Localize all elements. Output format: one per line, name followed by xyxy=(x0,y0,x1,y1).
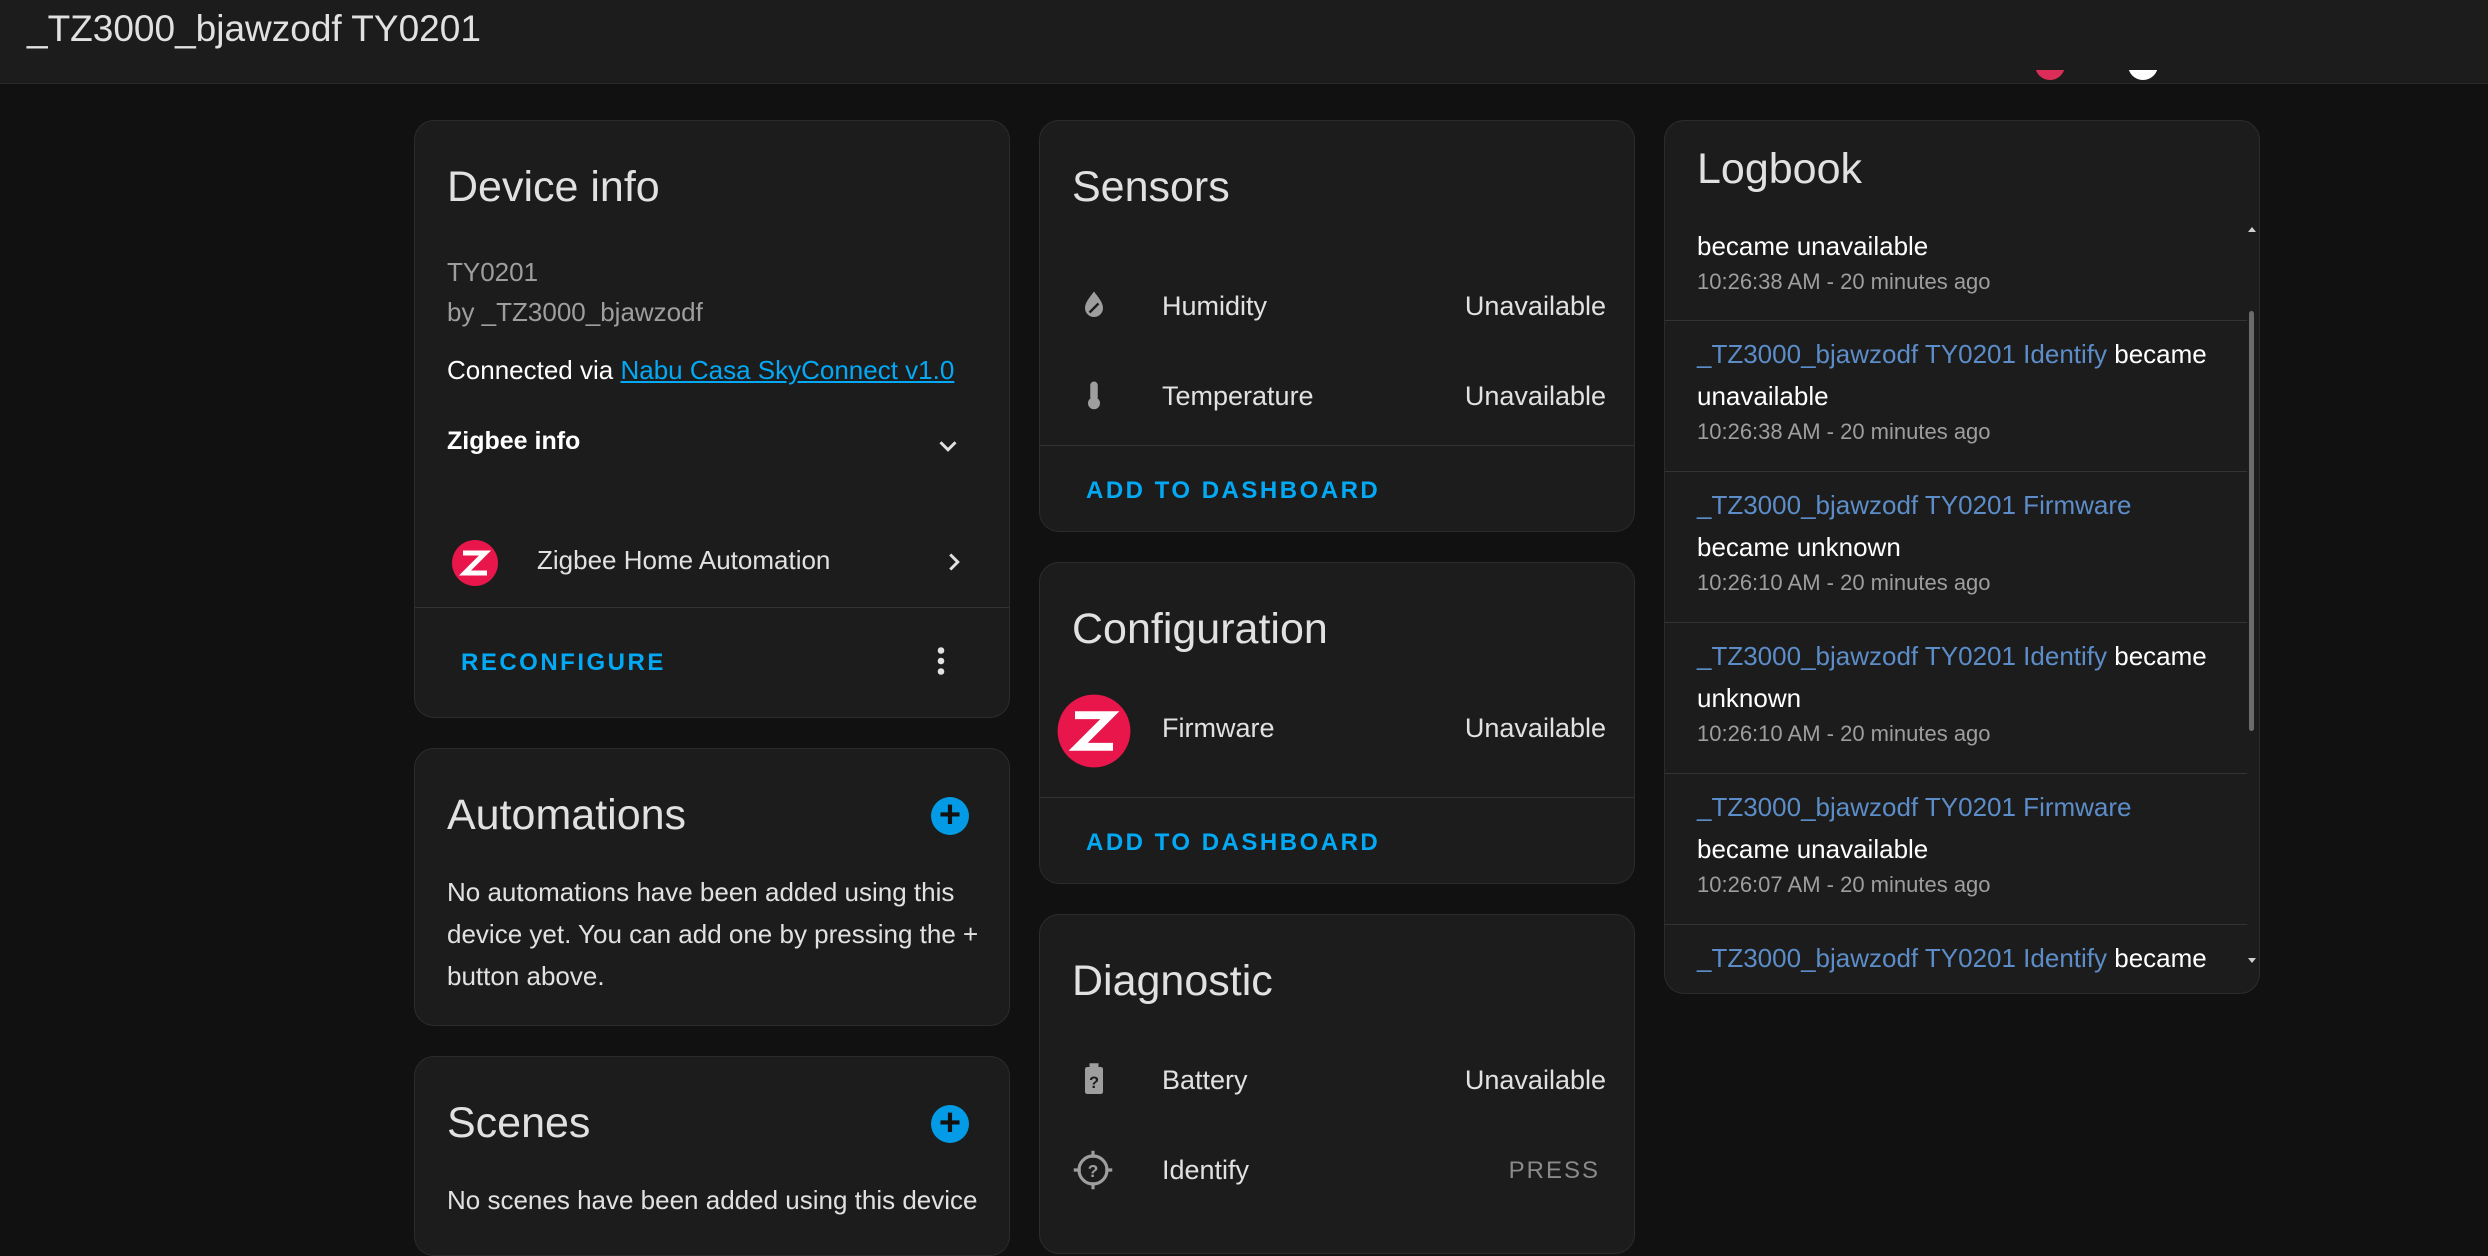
connected-via-label: Connected via xyxy=(447,355,614,385)
entity-row[interactable]: ? Identify PRESS xyxy=(1040,1135,1634,1205)
scrollbar-thumb[interactable] xyxy=(2249,311,2254,731)
diagnostic-card: Diagnostic ? Battery Unavailable ? Ident… xyxy=(1039,914,1635,1254)
logbook-card: Logbook became unavailable 10:26:38 AM -… xyxy=(1664,120,2260,994)
log-time: 10:26:10 AM - 20 minutes ago xyxy=(1697,721,1991,746)
zigbee-info-label: Zigbee info xyxy=(447,427,581,455)
log-message: became unavailable xyxy=(1697,231,1929,261)
automations-title: Automations xyxy=(447,791,687,839)
divider xyxy=(1665,471,2247,472)
logbook-entry: _TZ3000_bjawzodf TY0201 Identify became … xyxy=(1697,333,2237,447)
divider xyxy=(1665,622,2247,623)
integration-row[interactable]: Zigbee Home Automation xyxy=(415,525,1009,601)
humidity-off-icon xyxy=(1085,291,1103,317)
entity-row[interactable]: Humidity Unavailable xyxy=(1040,271,1634,341)
device-manufacturer: by _TZ3000_bjawzodf xyxy=(447,297,703,327)
logbook-title: Logbook xyxy=(1697,145,1862,193)
entity-row[interactable]: Temperature Unavailable xyxy=(1040,361,1634,431)
divider xyxy=(1665,924,2247,925)
svg-text:?: ? xyxy=(1088,1161,1099,1181)
device-model: TY0201 xyxy=(447,257,539,287)
device-info-title: Device info xyxy=(447,163,660,211)
scenes-title: Scenes xyxy=(447,1099,591,1147)
log-entity-link[interactable]: _TZ3000_bjawzodf TY0201 Firmware xyxy=(1697,792,2132,822)
divider xyxy=(415,607,1009,608)
automations-card: Automations + No automations have been a… xyxy=(414,748,1010,1026)
log-entity-link[interactable]: _TZ3000_bjawzodf TY0201 Identify xyxy=(1697,943,2107,973)
logbook-entry: became unavailable 10:26:38 AM - 20 minu… xyxy=(1697,225,2237,297)
entity-state: Unavailable xyxy=(1464,291,1606,321)
chevron-right-icon xyxy=(949,553,960,571)
toolbar-partial-icons xyxy=(0,70,2488,88)
divider xyxy=(1040,797,1634,798)
log-entity-link[interactable]: _TZ3000_bjawzodf TY0201 Identify xyxy=(1697,339,2107,369)
entity-row[interactable]: Firmware Unavailable xyxy=(1040,689,1634,769)
logbook-entry: _TZ3000_bjawzodf TY0201 Identify became … xyxy=(1697,635,2237,749)
log-message: became xyxy=(2114,943,2207,973)
chevron-down-icon xyxy=(939,441,957,452)
reconfigure-button[interactable]: RECONFIGURE xyxy=(461,649,666,677)
logbook-entry: _TZ3000_bjawzodf TY0201 Identify became xyxy=(1697,937,2237,979)
connected-via-link[interactable]: Nabu Casa SkyConnect v1.0 xyxy=(620,355,954,385)
scroll-up-arrow-icon[interactable] xyxy=(2247,225,2257,235)
entity-name: Temperature xyxy=(1162,381,1314,411)
scenes-card: Scenes + No scenes have been added using… xyxy=(414,1056,1010,1256)
zigbee-logo-icon xyxy=(1057,694,1131,768)
crosshairs-question-icon: ? xyxy=(1073,1150,1113,1190)
divider xyxy=(1665,773,2247,774)
log-message: became unknown xyxy=(1697,532,1901,562)
divider xyxy=(1665,320,2247,321)
add-to-dashboard-button[interactable]: ADD TO DASHBOARD xyxy=(1086,477,1380,505)
entity-name: Battery xyxy=(1162,1065,1248,1095)
add-to-dashboard-button[interactable]: ADD TO DASHBOARD xyxy=(1086,829,1380,857)
log-message: became unavailable xyxy=(1697,834,1929,864)
logbook-entry: _TZ3000_bjawzodf TY0201 Firmware became … xyxy=(1697,484,2237,598)
entity-state: Unavailable xyxy=(1464,381,1606,411)
sensors-card: Sensors Humidity Unavailable Temperature… xyxy=(1039,120,1635,532)
integration-label: Zigbee Home Automation xyxy=(537,545,831,575)
more-vert-icon[interactable] xyxy=(923,643,959,679)
divider xyxy=(1040,445,1634,446)
device-info-card: Device info TY0201 by _TZ3000_bjawzodf C… xyxy=(414,120,1010,718)
configuration-title: Configuration xyxy=(1072,605,1328,653)
page-title: _TZ3000_bjawzodf TY0201 xyxy=(27,8,481,49)
entity-state: Unavailable xyxy=(1464,1065,1606,1095)
scroll-down-arrow-icon[interactable] xyxy=(2247,955,2257,965)
entity-row[interactable]: ? Battery Unavailable xyxy=(1040,1045,1634,1115)
log-time: 10:26:38 AM - 20 minutes ago xyxy=(1697,419,1991,444)
diagnostic-title: Diagnostic xyxy=(1072,957,1273,1005)
add-automation-button[interactable]: + xyxy=(931,796,969,835)
logbook-list[interactable]: became unavailable 10:26:38 AM - 20 minu… xyxy=(1665,225,2259,993)
zigbee-logo-icon xyxy=(452,540,498,586)
zigbee-info-toggle[interactable]: Zigbee info xyxy=(447,427,987,467)
connected-via: Connected via Nabu Casa SkyConnect v1.0 xyxy=(447,355,954,386)
user-avatar-icon[interactable] xyxy=(2128,70,2158,80)
log-time: 10:26:07 AM - 20 minutes ago xyxy=(1697,872,1991,897)
svg-text:?: ? xyxy=(1089,1074,1099,1092)
log-entity-link[interactable]: _TZ3000_bjawzodf TY0201 Firmware xyxy=(1697,490,2132,520)
automations-empty-text: No automations have been added using thi… xyxy=(447,877,979,991)
press-button[interactable]: PRESS xyxy=(1509,1157,1600,1185)
log-time: 10:26:38 AM - 20 minutes ago xyxy=(1697,269,1991,294)
log-time: 10:26:10 AM - 20 minutes ago xyxy=(1697,570,1991,595)
thermometer-icon xyxy=(1088,381,1100,410)
entity-state: Unavailable xyxy=(1464,713,1606,743)
entity-name: Identify xyxy=(1162,1155,1250,1185)
sensors-title: Sensors xyxy=(1072,163,1230,211)
configuration-card: Configuration Firmware Unavailable ADD T… xyxy=(1039,562,1635,884)
battery-unknown-icon: ? xyxy=(1085,1063,1103,1094)
zigbee-badge-icon[interactable] xyxy=(2035,70,2065,80)
scenes-empty-text: No scenes have been added using this dev… xyxy=(447,1185,978,1215)
entity-name: Firmware xyxy=(1162,713,1275,743)
entity-name: Humidity xyxy=(1162,291,1268,321)
logbook-entry: _TZ3000_bjawzodf TY0201 Firmware became … xyxy=(1697,786,2237,900)
log-entity-link[interactable]: _TZ3000_bjawzodf TY0201 Identify xyxy=(1697,641,2107,671)
add-scene-button[interactable]: + xyxy=(931,1104,969,1143)
